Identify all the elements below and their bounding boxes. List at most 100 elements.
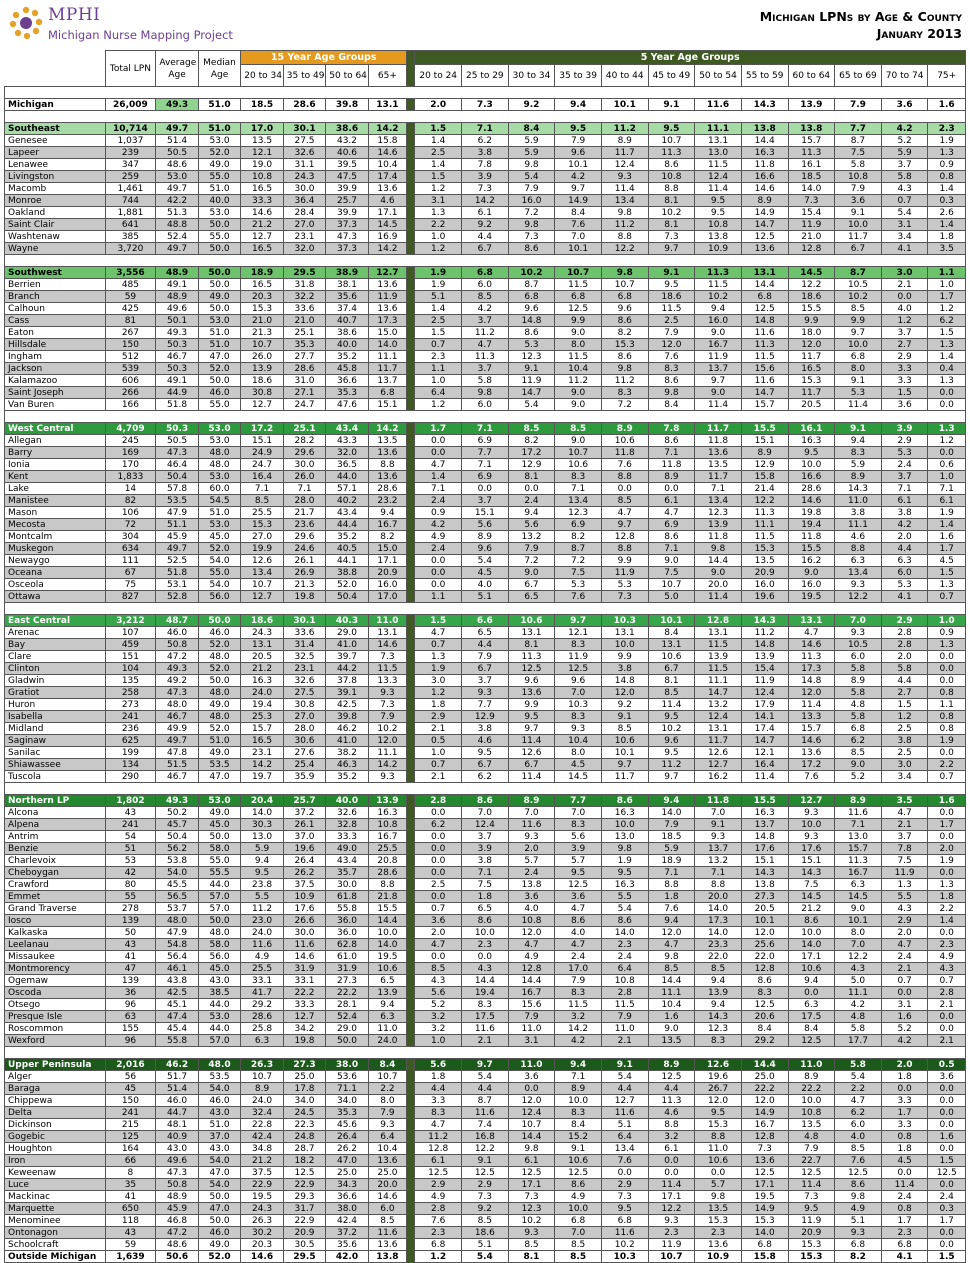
value-cell: 10.6	[554, 1154, 602, 1167]
value-cell: 28.4	[282, 206, 327, 219]
value-cell: 43.4	[325, 422, 369, 435]
value-cell: 5.4	[834, 1070, 882, 1083]
value-cell: 5.7	[694, 1178, 742, 1191]
value-cell: 16.0	[787, 578, 836, 591]
value-cell: 8.6	[461, 794, 509, 807]
value-cell: 2.8	[880, 626, 929, 639]
row-spacer	[4, 86, 966, 99]
value-cell: 48.9	[155, 266, 199, 279]
value-cell: 11.9	[600, 566, 649, 579]
value-cell: 9.4	[834, 434, 882, 447]
value-cell: 9.8	[647, 386, 696, 399]
value-cell: 30.5	[282, 1238, 327, 1251]
value-cell: 16.4	[240, 470, 284, 483]
value-cell: 31.7	[282, 1202, 327, 1215]
value-cell: 43	[104, 806, 157, 819]
value-cell: 1.9	[414, 662, 463, 675]
value-cell: 13.1	[740, 266, 789, 279]
value-cell: 16.7	[367, 518, 408, 531]
col-age15-3: 65+	[367, 64, 408, 87]
row-name: Luce	[4, 1178, 106, 1191]
value-cell: 25.0	[367, 1166, 408, 1179]
value-cell: 4.7	[461, 338, 509, 351]
value-cell: 9.3	[647, 1214, 696, 1227]
value-cell: 52.4	[155, 230, 199, 243]
value-cell: 12.3	[694, 1022, 742, 1035]
value-cell: 50.1	[155, 314, 199, 327]
row-name: Antrim	[4, 830, 106, 843]
value-cell: 50.0	[197, 374, 242, 387]
value-cell: 2.1	[414, 722, 463, 735]
value-cell: 8.9	[647, 470, 696, 483]
value-cell: 27.0	[282, 710, 327, 723]
value-cell: 5.1	[461, 590, 509, 603]
value-cell: 1.7	[927, 290, 966, 303]
value-cell: 4.7	[647, 506, 696, 519]
value-cell: 59	[104, 1238, 157, 1251]
row-name: Clinton	[4, 662, 106, 675]
value-cell: 3.3	[880, 1118, 929, 1131]
value-cell: 50.0	[197, 1190, 242, 1203]
col-age5-9: 65 to 69	[834, 64, 882, 87]
value-cell: 47.2	[155, 650, 199, 663]
value-cell: 31.8	[282, 278, 327, 291]
value-cell: 61.8	[325, 890, 369, 903]
value-cell: 2.3	[927, 938, 966, 951]
value-cell: 38.5	[197, 986, 242, 999]
value-cell: 11.7	[694, 422, 742, 435]
value-cell: 6.2	[461, 770, 509, 783]
value-cell: 6.5	[461, 626, 509, 639]
value-cell: 52.0	[197, 146, 242, 159]
row-name: Alpena	[4, 818, 106, 831]
value-cell: 41.7	[240, 986, 284, 999]
row-name: Presque Isle	[4, 1010, 106, 1023]
value-cell: 38.1	[325, 278, 369, 291]
value-cell: 49.7	[155, 542, 199, 555]
value-cell: 8.0	[554, 746, 602, 759]
value-cell: 14.2	[367, 122, 408, 135]
value-cell: 22.8	[240, 1118, 284, 1131]
value-cell: 10.7	[647, 1250, 696, 1263]
value-cell: 5.8	[461, 374, 509, 387]
row-name: Roscommon	[4, 1022, 106, 1035]
value-cell: 0.8	[927, 170, 966, 183]
value-cell: 10.0	[787, 926, 836, 939]
value-cell: 9.8	[834, 1190, 882, 1203]
county-row: Cass 81 50.1 53.0 21.0 21.0 40.7 17.3 2.5 3.7 14.8…	[4, 314, 966, 327]
divider-cell	[406, 302, 416, 315]
value-cell: 3.2	[414, 1010, 463, 1023]
value-cell: 16.3	[740, 806, 789, 819]
value-cell: 39.9	[325, 206, 369, 219]
value-cell: 47.8	[155, 746, 199, 759]
value-cell: 13.9	[787, 98, 836, 111]
value-cell: 10.1	[554, 242, 602, 255]
value-cell: 12.5	[787, 1034, 836, 1047]
county-row: Saint Joseph 266 44.9 46.0 30.8 27.1 35.3 6.8 6.…	[4, 386, 966, 399]
value-cell: 9.8	[694, 542, 742, 555]
value-cell: 6.1	[647, 1142, 696, 1155]
value-cell: 6.8	[834, 350, 882, 363]
value-cell: 24.0	[240, 1094, 284, 1107]
value-cell: 35.7	[325, 866, 369, 879]
value-cell: 13.7	[740, 818, 789, 831]
value-cell: 8	[104, 1166, 157, 1179]
value-cell: 12.2	[600, 242, 649, 255]
value-cell: 2.1	[880, 818, 929, 831]
value-cell: 15.7	[240, 722, 284, 735]
county-row: Marquette 650 45.9 47.0 24.3 31.7 38.0 6.0 2.8 9.…	[4, 1202, 966, 1215]
value-cell: 11.2	[600, 374, 649, 387]
value-cell: 11.9	[694, 350, 742, 363]
value-cell: 48.0	[197, 686, 242, 699]
value-cell: 32.6	[282, 674, 327, 687]
value-cell: 2.9	[461, 1178, 509, 1191]
value-cell: 21.7	[282, 506, 327, 519]
county-row: Newaygo 111 52.5 54.0 12.6 26.1 44.1 17.1 0.0 5.4…	[4, 554, 966, 567]
value-cell: 56.4	[155, 950, 199, 963]
value-cell: 14.6	[787, 734, 836, 747]
value-cell: 6.0	[880, 566, 929, 579]
value-cell: 7.5	[834, 146, 882, 159]
value-cell: 8.0	[367, 1094, 408, 1107]
value-cell: 1.6	[927, 1130, 966, 1143]
value-cell: 7.1	[461, 422, 509, 435]
county-row: Muskegon 634 49.7 52.0 19.9 24.6 40.5 15.0 2.4 9.…	[4, 542, 966, 555]
